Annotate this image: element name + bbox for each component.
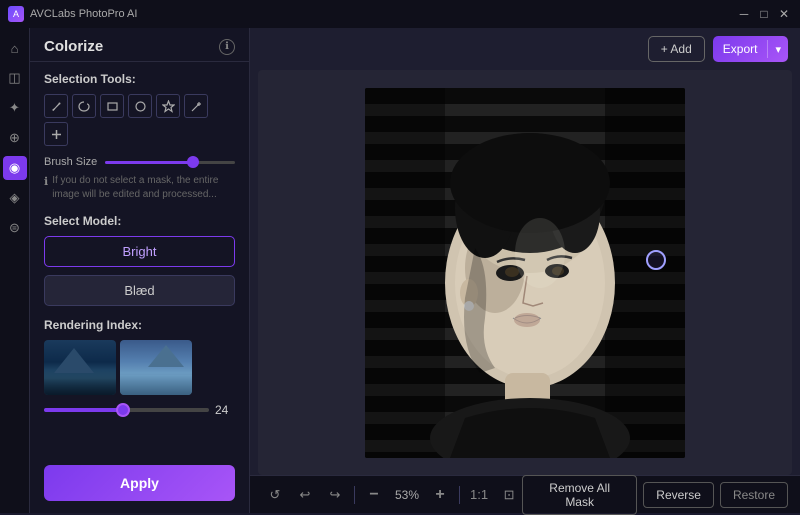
- model-bright-button[interactable]: Bright: [44, 236, 235, 267]
- main-layout: ⌂ ◫ ✦ ⊕ ◉ ◈ ⊜ Colorize ℹ Selection Tools…: [0, 28, 800, 513]
- canvas-header: + Add Export ▾: [250, 28, 800, 70]
- remove-all-mask-button[interactable]: Remove All Mask: [522, 475, 637, 515]
- reverse-button[interactable]: Reverse: [643, 482, 714, 508]
- panel-title: Colorize: [44, 38, 103, 55]
- zoom-in-button[interactable]: +: [427, 482, 453, 508]
- icon-sidebar: ⌂ ◫ ✦ ⊕ ◉ ◈ ⊜: [0, 28, 30, 513]
- sidebar-tools-icon[interactable]: ✦: [3, 96, 27, 120]
- export-group: Export ▾: [713, 36, 788, 62]
- redo-button[interactable]: ↪: [322, 482, 348, 508]
- ratio-button[interactable]: 1:1: [466, 482, 492, 508]
- restore-button[interactable]: Restore: [720, 482, 788, 508]
- toolbar-left: ↺ ↩ ↪ − 53% + 1:1 ⊡: [262, 482, 522, 508]
- add-button[interactable]: + Add: [648, 36, 705, 62]
- add-tool-button[interactable]: [44, 122, 68, 146]
- brush-size-label: Brush Size: [44, 156, 97, 168]
- hint-message: If you do not select a mask, the entire …: [52, 174, 235, 202]
- rendering-section: Rendering Index: 24: [44, 318, 235, 417]
- model-bland-button[interactable]: Blæd: [44, 275, 235, 306]
- canvas-area: + Add Export ▾: [250, 28, 800, 513]
- toolbar-right: Remove All Mask Reverse Restore: [522, 475, 788, 515]
- circle-tool-button[interactable]: [128, 94, 152, 118]
- sidebar-filter-icon[interactable]: ◈: [3, 186, 27, 210]
- thumb1: [44, 340, 116, 395]
- thumb2: [120, 340, 192, 395]
- titlebar-left: A AVCLabs PhotoPro AI: [8, 6, 137, 22]
- selection-tools-label: Selection Tools:: [44, 72, 235, 86]
- rect-tool-button[interactable]: [100, 94, 124, 118]
- sidebar-adjust-icon[interactable]: ⊕: [3, 126, 27, 150]
- zoom-value: 53%: [391, 488, 423, 502]
- selection-tools: [44, 94, 235, 146]
- sidebar-colorize-icon[interactable]: ◉: [3, 156, 27, 180]
- export-dropdown-button[interactable]: ▾: [768, 38, 788, 61]
- refresh-button[interactable]: ↺: [262, 482, 288, 508]
- photo-frame: [365, 88, 685, 458]
- lasso-tool-button[interactable]: [72, 94, 96, 118]
- star-tool-button[interactable]: [156, 94, 180, 118]
- info-icon[interactable]: ℹ: [219, 39, 235, 55]
- bottom-toolbar: ↺ ↩ ↪ − 53% + 1:1 ⊡ Remove All Mask Reve…: [250, 475, 800, 513]
- titlebar: A AVCLabs PhotoPro AI ─ □ ✕: [0, 0, 800, 28]
- panel-footer: Apply: [30, 455, 249, 513]
- rendering-index-label: Rendering Index:: [44, 318, 235, 332]
- close-button[interactable]: ✕: [776, 6, 792, 22]
- rendering-value: 24: [215, 403, 235, 417]
- toolbar-separator-1: [354, 486, 355, 504]
- hint-icon: ℹ: [44, 175, 48, 202]
- magic-tool-button[interactable]: [184, 94, 208, 118]
- hint-text: ℹ If you do not select a mask, the entir…: [44, 174, 235, 202]
- rendering-preview-1: [44, 340, 116, 395]
- undo-button[interactable]: ↩: [292, 482, 318, 508]
- panel-header: Colorize ℹ: [30, 28, 249, 62]
- portrait-image: [365, 88, 685, 458]
- apply-button[interactable]: Apply: [44, 465, 235, 501]
- rendering-index-slider[interactable]: [44, 408, 209, 412]
- select-model-label: Select Model:: [44, 214, 235, 228]
- panel: Colorize ℹ Selection Tools:: [30, 28, 250, 513]
- minimize-button[interactable]: ─: [736, 6, 752, 22]
- rendering-previews: [44, 340, 235, 395]
- maximize-button[interactable]: □: [756, 6, 772, 22]
- panel-content: Selection Tools:: [30, 62, 249, 455]
- sidebar-sliders-icon[interactable]: ⊜: [3, 216, 27, 240]
- titlebar-controls: ─ □ ✕: [736, 6, 792, 22]
- pen-tool-button[interactable]: [44, 94, 68, 118]
- sidebar-layers-icon[interactable]: ◫: [3, 66, 27, 90]
- app-title: AVCLabs PhotoPro AI: [30, 8, 137, 20]
- app-logo: A: [8, 6, 24, 22]
- crop-button[interactable]: ⊡: [496, 482, 522, 508]
- sidebar-home-icon[interactable]: ⌂: [3, 36, 27, 60]
- toolbar-separator-2: [459, 486, 460, 504]
- zoom-out-button[interactable]: −: [361, 482, 387, 508]
- cursor-circle: [646, 250, 666, 270]
- rendering-preview-2: [120, 340, 192, 395]
- export-button[interactable]: Export: [713, 37, 768, 61]
- brush-size-row: Brush Size: [44, 156, 235, 168]
- photo-container: [365, 88, 685, 458]
- rendering-slider-row: 24: [44, 403, 235, 417]
- canvas-workspace: [258, 70, 792, 475]
- brush-size-slider[interactable]: [105, 161, 235, 164]
